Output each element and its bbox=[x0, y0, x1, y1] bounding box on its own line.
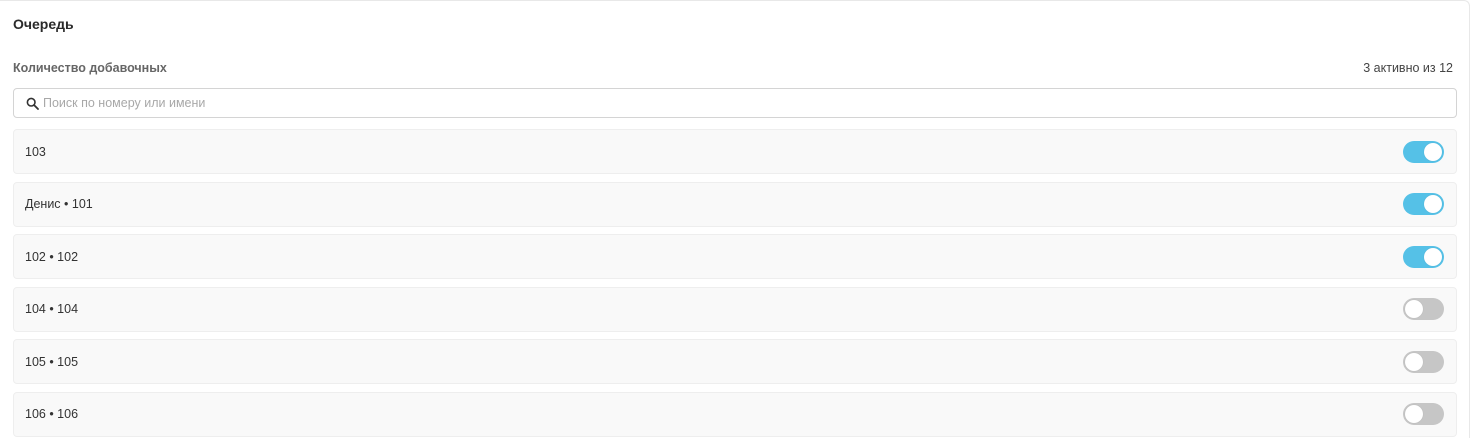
toggle-knob bbox=[1405, 405, 1423, 424]
search-input[interactable] bbox=[43, 90, 1456, 116]
toggle-knob bbox=[1424, 142, 1442, 161]
extension-label: 104 • 104 bbox=[25, 302, 79, 317]
extension-label: 106 • 106 bbox=[25, 407, 79, 422]
extension-row: 104 • 104 bbox=[13, 286, 1457, 332]
extension-label: Денис • 101 bbox=[25, 197, 93, 212]
extension-row: 103 bbox=[13, 129, 1457, 174]
extension-label: 102 • 102 bbox=[25, 249, 79, 264]
extension-toggle[interactable] bbox=[1403, 193, 1444, 216]
extension-toggle[interactable] bbox=[1403, 298, 1444, 321]
extension-row: Денис • 101 bbox=[13, 181, 1457, 227]
toggle-knob bbox=[1424, 195, 1442, 214]
search-icon bbox=[25, 96, 39, 110]
extension-toggle[interactable] bbox=[1403, 350, 1444, 373]
search-box[interactable] bbox=[13, 88, 1457, 118]
extensions-list: 103 Денис • 101 102 • 102 104 • 104 105 … bbox=[13, 129, 1457, 445]
extension-label: 103 bbox=[25, 144, 46, 159]
active-count-text: 3 активно из 12 bbox=[1363, 61, 1453, 75]
page-title: Очередь bbox=[13, 16, 74, 32]
queue-panel: Очередь Количество добавочных 3 активно … bbox=[0, 0, 1470, 438]
extension-row: 105 • 105 bbox=[13, 339, 1457, 385]
toggle-knob bbox=[1405, 300, 1423, 319]
extension-label: 105 • 105 bbox=[25, 354, 79, 369]
toggle-knob bbox=[1405, 352, 1423, 371]
extensions-count-label: Количество добавочных bbox=[13, 61, 167, 75]
extension-row: 102 • 102 bbox=[13, 234, 1457, 280]
extension-toggle[interactable] bbox=[1403, 403, 1444, 426]
extension-toggle[interactable] bbox=[1403, 140, 1444, 163]
extension-row: 106 • 106 bbox=[13, 391, 1457, 437]
toggle-knob bbox=[1424, 247, 1442, 266]
extension-toggle[interactable] bbox=[1403, 245, 1444, 268]
